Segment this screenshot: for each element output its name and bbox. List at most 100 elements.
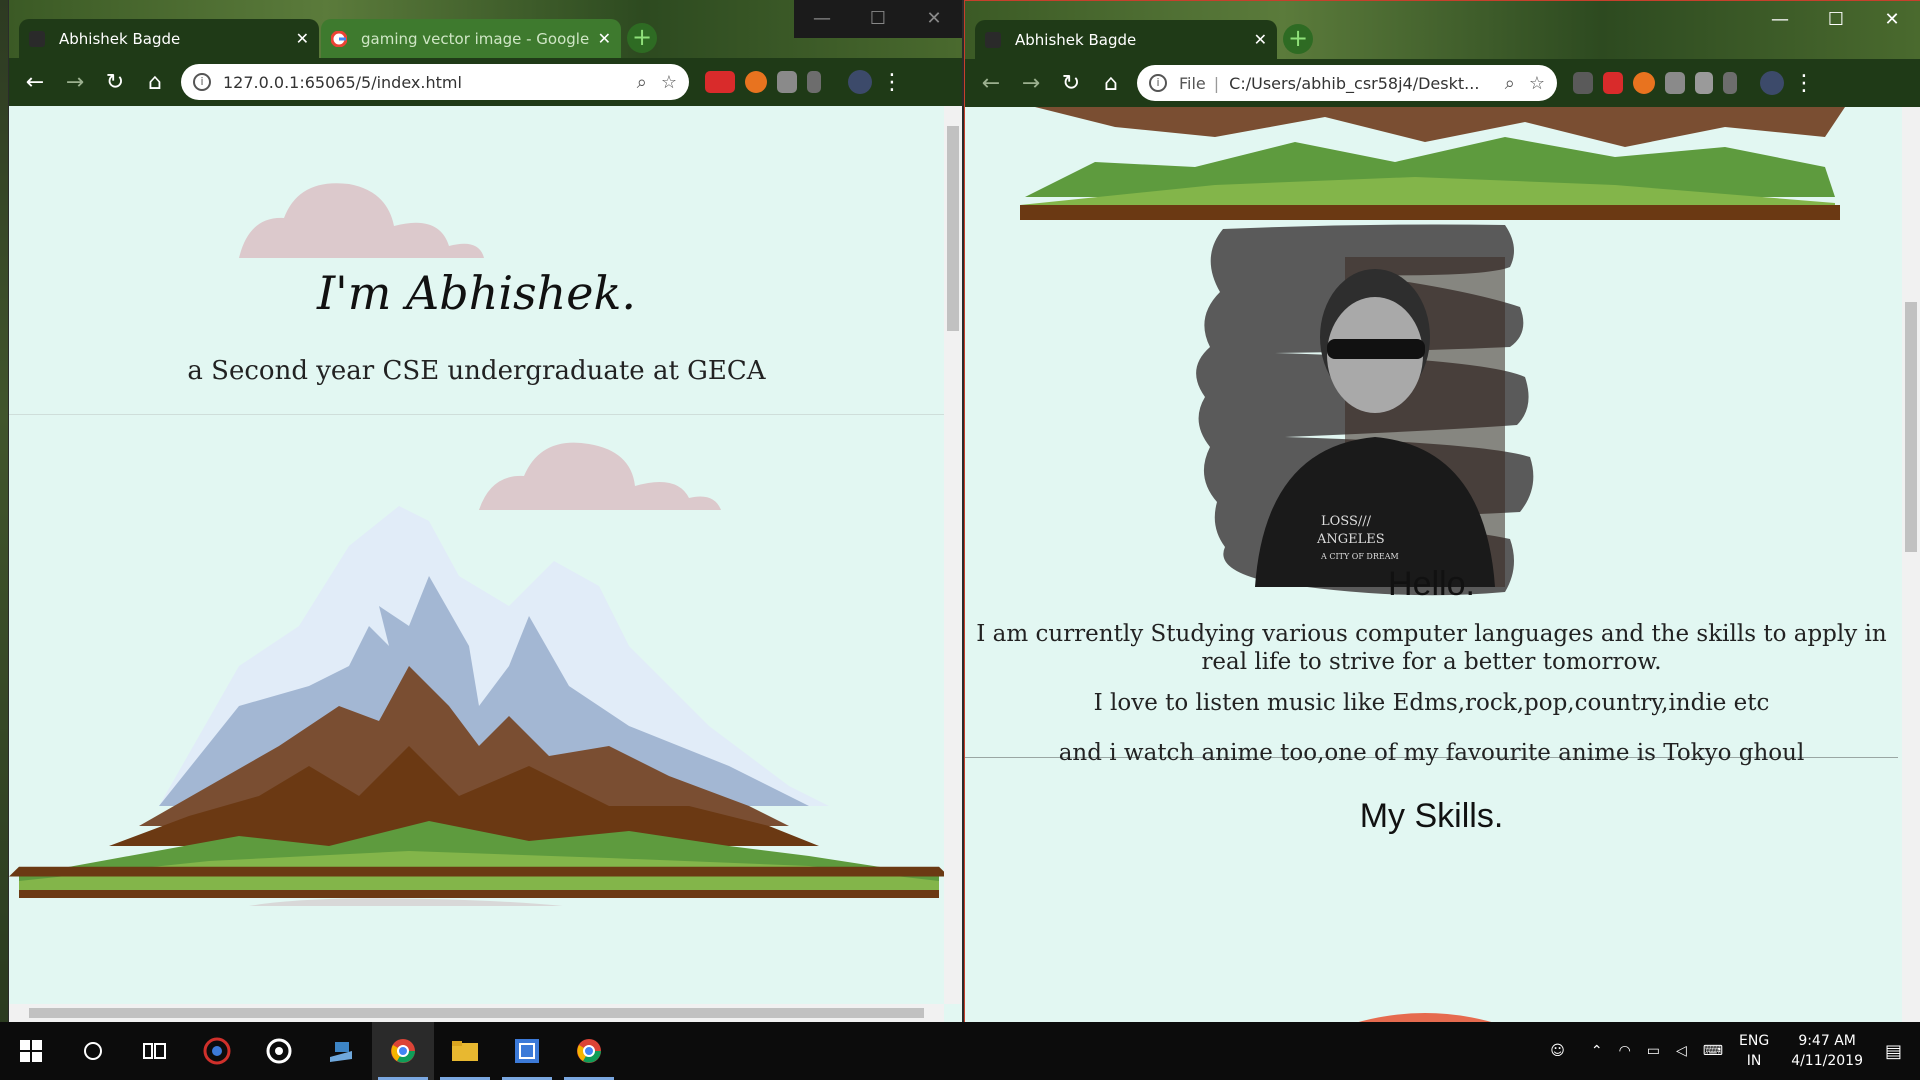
window-controls: — ☐ ✕ (1752, 1, 1920, 39)
close-tab-icon[interactable]: ✕ (598, 29, 611, 48)
browser-window-right: Abhishek Bagde ✕ + — ☐ ✕ ← → ↻ ⌂ i File … (964, 0, 1920, 1024)
extension-grey-icon[interactable] (807, 71, 821, 93)
back-arrow-icon[interactable]: ← (15, 70, 55, 95)
site-favicon-icon (29, 30, 45, 47)
tab-abhishek-bagde[interactable]: Abhishek Bagde ✕ (975, 20, 1277, 59)
system-tray: ☺ ⌃ ◠ ▭ ◁ ⌨ ENG IN 9:47 AM 4/11/2019 ▤ (1542, 1022, 1920, 1080)
app-icon-red[interactable] (186, 1022, 248, 1080)
windows-taskbar: ☺ ⌃ ◠ ▭ ◁ ⌨ ENG IN 9:47 AM 4/11/2019 ▤ (0, 1022, 1920, 1080)
tab-google-search[interactable]: gaming vector image - Google S ✕ (321, 19, 621, 58)
site-info-icon[interactable]: i (193, 73, 211, 91)
chrome-taskbar-icon[interactable] (372, 1022, 434, 1080)
landing-art (9, 183, 944, 906)
start-button[interactable] (0, 1022, 62, 1080)
close-window-button[interactable]: ✕ (906, 0, 962, 38)
reload-icon[interactable]: ↻ (1051, 71, 1091, 96)
skills-heading: My Skills. (1359, 797, 1504, 835)
profile-avatar-icon[interactable] (1760, 71, 1784, 95)
horizontal-scrollbar[interactable] (9, 1004, 944, 1022)
url-text: 127.0.0.1:65065/5/index.html (223, 72, 462, 92)
url-scheme: File (1179, 73, 1206, 93)
app-icon-blue[interactable] (310, 1022, 372, 1080)
back-arrow-icon[interactable]: ← (971, 71, 1011, 96)
extension-shield-icon[interactable] (777, 71, 797, 93)
profile-avatar-icon[interactable] (848, 70, 872, 94)
close-tab-icon[interactable]: ✕ (296, 29, 309, 48)
kebab-menu-icon[interactable]: ⋮ (877, 70, 907, 95)
minimize-button[interactable]: — (794, 0, 850, 38)
url-separator: | (1213, 73, 1220, 93)
wifi-icon[interactable]: ◠ (1619, 1043, 1631, 1059)
google-favicon-icon (330, 30, 348, 47)
new-tab-button[interactable]: + (1283, 24, 1313, 54)
star-icon[interactable]: ☆ (1529, 73, 1545, 94)
file-explorer-icon[interactable] (434, 1022, 496, 1080)
keyboard-icon[interactable]: ⌨ (1703, 1043, 1723, 1059)
tab-abhishek-bagde[interactable]: Abhishek Bagde ✕ (19, 19, 319, 58)
site-info-icon[interactable]: i (1149, 74, 1167, 92)
browser-toolbar: ← → ↻ ⌂ i 127.0.0.1:65065/5/index.html ⌕… (9, 58, 962, 106)
search-cortana-icon[interactable] (62, 1022, 124, 1080)
show-hidden-icons-icon[interactable]: ⌃ (1591, 1043, 1603, 1059)
action-center-icon[interactable]: ▤ (1885, 1041, 1902, 1062)
mountain-base (1020, 107, 1845, 220)
scrollbar-thumb[interactable] (1905, 302, 1917, 552)
extension-orange-icon[interactable] (1633, 72, 1655, 94)
windows-logo-icon (20, 1040, 42, 1062)
url-text: C:/Users/abhib_csr58j4/Deskt... (1229, 73, 1480, 93)
extension-adblock-icon[interactable] (705, 71, 735, 93)
chrome-second-icon[interactable] (558, 1022, 620, 1080)
about-paragraph-1: I am currently Studying various computer… (976, 621, 1887, 675)
close-window-button[interactable]: ✕ (1864, 1, 1920, 39)
address-bar[interactable]: i 127.0.0.1:65065/5/index.html ⌕ ☆ (181, 64, 689, 100)
code-editor-icon[interactable] (496, 1022, 558, 1080)
clock-date: 4/11/2019 (1791, 1053, 1863, 1069)
browser-window-left: Abhishek Bagde ✕ gaming vector image - G… (9, 0, 962, 1022)
home-icon[interactable]: ⌂ (135, 70, 175, 95)
page-viewport-right: LOSS/// ANGELES A CITY OF DREAM Hello. I… (965, 107, 1920, 1023)
star-icon[interactable]: ☆ (661, 72, 677, 93)
close-tab-icon[interactable]: ✕ (1254, 30, 1267, 49)
tab-strip: Abhishek Bagde ✕ gaming vector image - G… (9, 0, 962, 58)
shirt-text: A CITY OF DREAM (1320, 552, 1399, 561)
zoom-icon[interactable]: ⌕ (1505, 73, 1515, 94)
reload-icon[interactable]: ↻ (95, 70, 135, 95)
scrollbar-thumb[interactable] (947, 126, 959, 331)
zoom-icon[interactable]: ⌕ (637, 72, 647, 93)
extension-shield-icon[interactable] (1665, 72, 1685, 94)
tab-strip: Abhishek Bagde ✕ + — ☐ ✕ (965, 1, 1920, 59)
extension-security-icon[interactable] (1695, 72, 1713, 94)
forward-arrow-icon[interactable]: → (1011, 71, 1051, 96)
task-view-icon[interactable] (124, 1022, 186, 1080)
battery-icon[interactable]: ▭ (1647, 1043, 1660, 1059)
vertical-scrollbar[interactable] (1902, 107, 1920, 1023)
hello-heading: Hello. (1388, 565, 1475, 603)
people-icon[interactable]: ☺ (1550, 1043, 1565, 1059)
kebab-menu-icon[interactable]: ⋮ (1789, 71, 1819, 96)
tab-title: gaming vector image - Google S (361, 29, 590, 48)
language-code: ENG (1739, 1033, 1770, 1049)
clock-time: 9:47 AM (1798, 1033, 1856, 1049)
maximize-button[interactable]: ☐ (850, 0, 906, 38)
minimize-button[interactable]: — (1752, 1, 1808, 39)
clock[interactable]: 9:47 AM 4/11/2019 (1791, 1031, 1863, 1071)
extension-adblock-icon[interactable] (1603, 72, 1623, 94)
language-indicator[interactable]: ENG IN (1739, 1031, 1769, 1071)
extension-orange-icon[interactable] (745, 71, 767, 93)
browser-toolbar: ← → ↻ ⌂ i File | C:/Users/abhib_csr58j4/… (965, 59, 1920, 107)
maximize-button[interactable]: ☐ (1808, 1, 1864, 39)
extension-pdf-icon[interactable] (1573, 72, 1593, 94)
tab-title: Abhishek Bagde (1015, 30, 1137, 49)
hero-subtitle: a Second year CSE undergraduate at GECA (187, 356, 766, 386)
tab-title: Abhishek Bagde (59, 29, 181, 48)
address-bar[interactable]: i File | C:/Users/abhib_csr58j4/Deskt...… (1137, 65, 1557, 101)
vertical-scrollbar[interactable] (944, 106, 962, 1004)
home-icon[interactable]: ⌂ (1091, 71, 1131, 96)
app-icon-groove[interactable] (248, 1022, 310, 1080)
extension-grey-icon[interactable] (1723, 72, 1737, 94)
scrollbar-thumb[interactable] (29, 1008, 924, 1018)
volume-icon[interactable]: ◁ (1676, 1043, 1687, 1059)
new-tab-button[interactable]: + (627, 23, 657, 53)
about-paragraph-3: and i watch anime too,one of my favourit… (1058, 740, 1805, 766)
forward-arrow-icon[interactable]: → (55, 70, 95, 95)
